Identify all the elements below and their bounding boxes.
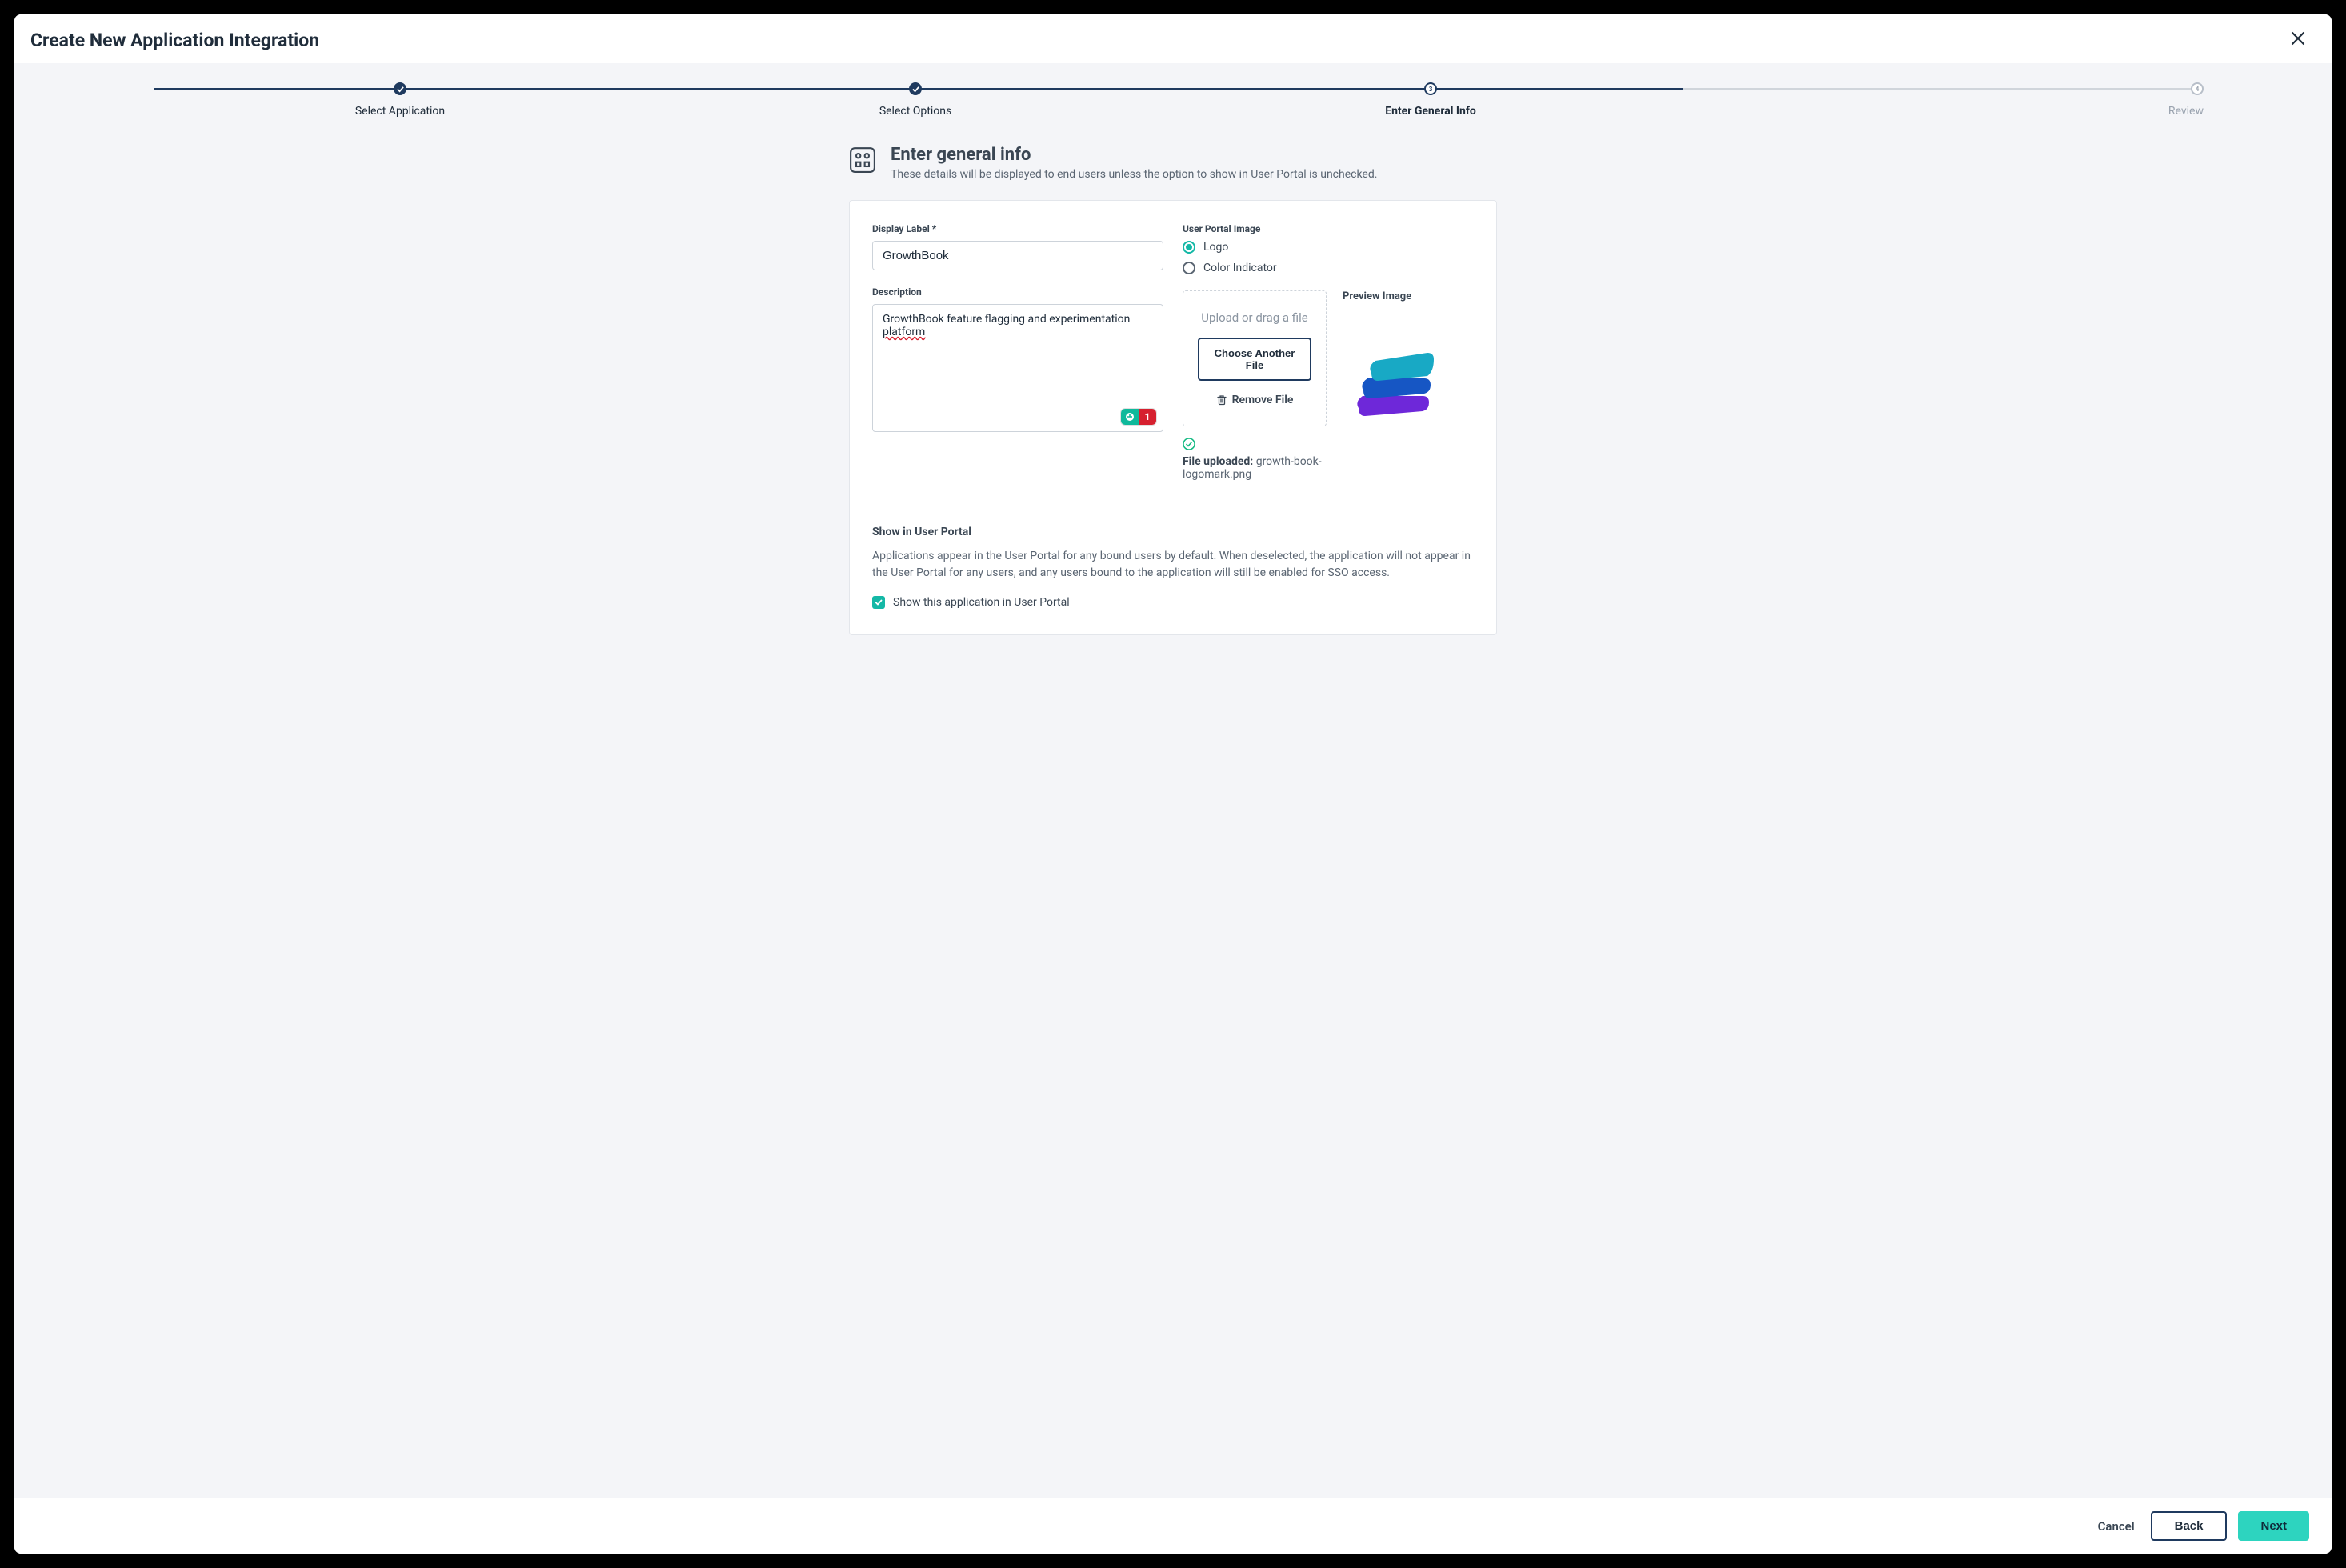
checkbox-label: Show this application in User Portal	[893, 596, 1070, 609]
step-select-options[interactable]: Select Options	[658, 82, 1173, 118]
section-subtitle: These details will be displayed to end u…	[891, 168, 1377, 181]
modal-footer: Cancel Back Next	[14, 1498, 2332, 1554]
radio-label: Color Indicator	[1203, 262, 1277, 274]
step-number: 4	[2196, 86, 2200, 93]
checkbox-checked-icon	[872, 596, 885, 609]
form-card: Display Label * Description GrowthBook f…	[849, 200, 1497, 635]
description-label: Description	[872, 286, 1163, 298]
user-portal-title: Show in User Portal	[872, 526, 1474, 538]
success-check-icon	[1183, 438, 1195, 450]
upload-status: File uploaded: growth-book-logomark.png	[1183, 438, 1327, 481]
modal-title: Create New Application Integration	[30, 30, 319, 51]
user-portal-image-label: User Portal Image	[1183, 223, 1474, 234]
cancel-button[interactable]: Cancel	[2093, 1513, 2140, 1540]
radio-icon	[1183, 262, 1195, 274]
show-in-portal-checkbox[interactable]: Show this application in User Portal	[872, 596, 1474, 609]
step-label: Review	[2168, 105, 2204, 118]
section-title: Enter general info	[891, 145, 1377, 165]
stepper: Select Application Select Options 3 Ente…	[14, 63, 2332, 118]
radio-logo[interactable]: Logo	[1183, 241, 1474, 254]
display-label-input[interactable]	[872, 241, 1163, 270]
back-button[interactable]: Back	[2151, 1511, 2228, 1541]
user-portal-description: Applications appear in the User Portal f…	[872, 548, 1474, 582]
display-label-label: Display Label *	[872, 223, 1163, 234]
grammar-icon	[1121, 409, 1139, 425]
check-icon	[912, 86, 919, 93]
step-select-application[interactable]: Select Application	[142, 82, 658, 118]
choose-file-button[interactable]: Choose Another File	[1198, 338, 1311, 381]
content: Enter general info These details will be…	[841, 145, 1505, 635]
user-portal-section: Show in User Portal Applications appear …	[872, 526, 1474, 609]
close-icon	[2290, 30, 2306, 46]
remove-file-button[interactable]: Remove File	[1198, 394, 1311, 406]
step-number: 3	[1429, 86, 1433, 93]
apps-grid-icon	[849, 146, 876, 174]
section-header: Enter general info These details will be…	[849, 145, 1497, 181]
step-dot-future: 4	[2191, 82, 2204, 95]
step-review: 4 Review	[1688, 82, 2204, 118]
trash-icon	[1216, 394, 1227, 406]
preview-image-label: Preview Image	[1343, 290, 1474, 302]
modal-body: Select Application Select Options 3 Ente…	[14, 63, 2332, 1498]
next-button[interactable]: Next	[2238, 1511, 2309, 1541]
radio-icon-selected	[1183, 241, 1195, 254]
step-label: Select Application	[355, 105, 445, 118]
growthbook-logo-icon	[1343, 314, 1439, 418]
file-dropzone[interactable]: Upload or drag a file Choose Another Fil…	[1183, 290, 1327, 426]
grammar-count: 1	[1139, 409, 1156, 425]
file-uploaded-label: File uploaded:	[1183, 455, 1253, 468]
step-dot-current: 3	[1424, 82, 1437, 95]
step-dot-done	[394, 82, 406, 95]
remove-file-label: Remove File	[1232, 394, 1294, 406]
step-dot-done	[909, 82, 922, 95]
modal-header: Create New Application Integration	[14, 14, 2332, 63]
close-button[interactable]	[2287, 27, 2309, 54]
dropzone-hint: Upload or drag a file	[1198, 310, 1311, 325]
check-icon	[397, 86, 404, 93]
modal: Create New Application Integration Selec…	[14, 14, 2332, 1554]
radio-color-indicator[interactable]: Color Indicator	[1183, 262, 1474, 274]
grammar-widget[interactable]: 1	[1120, 408, 1157, 426]
step-label: Enter General Info	[1385, 105, 1476, 118]
step-label: Select Options	[879, 105, 951, 118]
step-enter-general-info[interactable]: 3 Enter General Info	[1173, 82, 1688, 118]
radio-label: Logo	[1203, 241, 1228, 254]
